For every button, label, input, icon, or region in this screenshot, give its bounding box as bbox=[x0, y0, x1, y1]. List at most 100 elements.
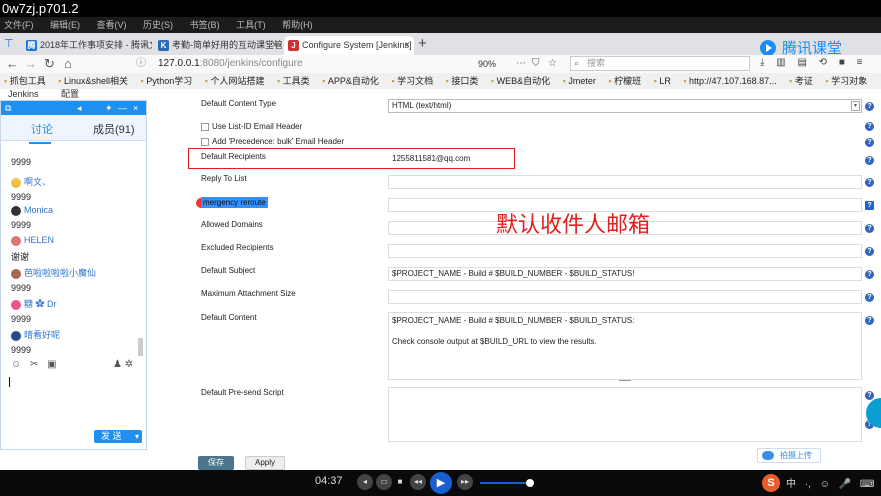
resize-handle[interactable] bbox=[619, 380, 631, 381]
bookmark-item[interactable]: APP&自动化 bbox=[322, 76, 379, 86]
ime-lang[interactable]: 中 bbox=[786, 479, 796, 490]
bookmark-item[interactable]: http://47.107.168.87... bbox=[683, 76, 776, 86]
message-nick[interactable]: 芭啦啦啦啦小魔仙 bbox=[24, 268, 96, 278]
help-icon[interactable]: ? bbox=[865, 102, 874, 111]
shield-icon[interactable]: ⛉ bbox=[532, 56, 540, 72]
help-icon[interactable]: ? bbox=[865, 201, 874, 210]
star-icon[interactable]: ☆ bbox=[548, 56, 557, 72]
ime-mic-icon[interactable]: 🎤 bbox=[839, 479, 851, 490]
stop-icon[interactable]: ■ bbox=[392, 474, 408, 490]
avatar[interactable] bbox=[11, 235, 21, 246]
message-nick[interactable]: Monica bbox=[24, 205, 53, 215]
content-type-select[interactable]: HTML (text/html) ▾ bbox=[388, 99, 862, 113]
ime-keyboard-icon[interactable]: ⌨ bbox=[860, 479, 874, 490]
breadcrumb-jenkins[interactable]: Jenkins bbox=[8, 89, 39, 99]
bookmark-item[interactable]: 柠檬班 bbox=[608, 76, 641, 86]
save-button[interactable]: 保存 bbox=[198, 456, 234, 470]
menu-edit[interactable]: 编辑(E) bbox=[50, 20, 80, 30]
help-icon[interactable]: ? bbox=[865, 178, 874, 187]
bookmark-item[interactable]: Linux&shell相关 bbox=[58, 76, 128, 86]
chevron-down-icon[interactable]: ▾ bbox=[851, 101, 860, 111]
tab-attendance[interactable]: K 考勤-简单好用的互动课堂管理 × bbox=[154, 36, 282, 55]
emoji-icon[interactable]: ☺ bbox=[11, 359, 21, 370]
menu-tools[interactable]: 工具(T) bbox=[236, 20, 266, 30]
tab-overflow-icon[interactable]: ⊤ bbox=[4, 37, 14, 50]
list-id-checkbox[interactable] bbox=[201, 123, 209, 131]
library-icon[interactable]: ▥ bbox=[776, 57, 785, 68]
pin-icon[interactable]: ✦ bbox=[105, 101, 113, 115]
ime-emoji-icon[interactable]: ☺ bbox=[820, 479, 830, 490]
avatar[interactable] bbox=[11, 330, 21, 341]
menu-history[interactable]: 历史(S) bbox=[143, 20, 173, 30]
more-icon[interactable]: ⋯ bbox=[516, 56, 526, 72]
upload-button[interactable]: 拍摄上传 bbox=[757, 448, 821, 463]
bookmark-item[interactable]: 个人网站搭建 bbox=[205, 76, 265, 86]
max-attachment-input[interactable] bbox=[388, 290, 862, 304]
sidebar-icon[interactable]: ▤ bbox=[797, 57, 806, 68]
message-nick[interactable]: HELEN bbox=[24, 235, 54, 245]
new-tab-button[interactable]: + bbox=[418, 35, 427, 52]
sync-icon[interactable]: ⟲ bbox=[819, 57, 827, 68]
bookmark-item[interactable]: 工具类 bbox=[277, 76, 310, 86]
chat-scrollbar[interactable] bbox=[138, 338, 143, 356]
ime-punct[interactable]: ·, bbox=[805, 479, 811, 490]
bookmark-item[interactable]: 考证 bbox=[789, 76, 813, 86]
forward-icon[interactable]: → bbox=[24, 56, 37, 72]
excluded-recipients-input[interactable] bbox=[388, 244, 862, 258]
bookmark-item[interactable]: 抓包工具 bbox=[4, 76, 46, 86]
chevron-down-icon[interactable]: ▾ bbox=[135, 430, 139, 443]
help-icon[interactable]: ? bbox=[865, 270, 874, 279]
default-content-textarea[interactable]: $PROJECT_NAME - Build # $BUILD_NUMBER - … bbox=[388, 312, 862, 380]
settings-icon[interactable]: ✲ bbox=[125, 359, 133, 370]
close-icon[interactable]: × bbox=[272, 36, 278, 55]
message-nick[interactable]: 啊文、 bbox=[24, 177, 51, 187]
avatar[interactable] bbox=[11, 268, 21, 279]
volume-knob[interactable] bbox=[526, 479, 534, 487]
reply-to-input[interactable] bbox=[388, 175, 862, 189]
avatar[interactable] bbox=[11, 205, 21, 216]
bookmark-item[interactable]: 接口类 bbox=[446, 76, 479, 86]
apply-button[interactable]: Apply bbox=[245, 456, 285, 470]
volume-slider[interactable] bbox=[480, 482, 530, 484]
download-icon[interactable]: ⤓ bbox=[760, 57, 764, 68]
help-icon[interactable]: ? bbox=[865, 138, 874, 147]
image-icon[interactable]: ▣ bbox=[47, 359, 56, 370]
send-button[interactable]: 发 送 ▾ bbox=[94, 430, 142, 443]
bookmark-item[interactable]: WEB&自动化 bbox=[491, 76, 550, 86]
message-nick[interactable]: 晴看好呢 bbox=[24, 330, 60, 340]
help-icon[interactable]: ? bbox=[865, 293, 874, 302]
scissors-icon[interactable]: ✂ bbox=[30, 359, 38, 370]
menu-icon[interactable]: ≡ bbox=[857, 57, 863, 68]
close-icon[interactable]: × bbox=[133, 101, 138, 115]
help-icon[interactable]: ? bbox=[865, 122, 874, 131]
fast-forward-icon[interactable]: ▸▸ bbox=[457, 474, 473, 490]
bookmark-item[interactable]: 学习文档 bbox=[391, 76, 433, 86]
url-bar[interactable]: ⓘ 127.0.0.1:8080/jenkins/configure bbox=[128, 56, 488, 72]
menu-file[interactable]: 文件(F) bbox=[4, 20, 34, 30]
bookmark-item[interactable]: LR bbox=[654, 76, 671, 86]
help-icon[interactable]: ? bbox=[865, 224, 874, 233]
help-icon[interactable]: ? bbox=[865, 247, 874, 256]
info-icon[interactable]: ⓘ bbox=[136, 56, 146, 72]
bookmark-item[interactable]: 学习对象 bbox=[825, 76, 867, 86]
tab-members[interactable]: 成员(91) bbox=[93, 121, 135, 137]
chevron-left-icon[interactable]: ◂ bbox=[77, 101, 82, 115]
close-icon[interactable]: × bbox=[404, 36, 410, 55]
message-nick[interactable]: 糖 ✿ Dr bbox=[24, 299, 57, 309]
subject-input[interactable]: $PROJECT_NAME - Build # $BUILD_NUMBER - … bbox=[388, 267, 862, 281]
help-icon[interactable]: ? bbox=[865, 316, 874, 325]
menu-view[interactable]: 查看(V) bbox=[97, 20, 127, 30]
home-icon[interactable]: ⌂ bbox=[64, 56, 72, 72]
help-icon[interactable]: ? bbox=[865, 156, 874, 165]
play-button[interactable]: ▶ bbox=[430, 472, 452, 494]
avatar[interactable] bbox=[11, 177, 21, 188]
menu-help[interactable]: 帮助(H) bbox=[282, 20, 313, 30]
extension-icon[interactable]: ■ bbox=[839, 57, 845, 68]
screen-icon[interactable]: ▭ bbox=[376, 474, 392, 490]
tab-tencent-docs[interactable]: 腾 2018年工作事项安排 - 腾讯文档 × bbox=[22, 36, 152, 55]
precedence-checkbox[interactable] bbox=[201, 138, 209, 146]
member-icon[interactable]: ♟ bbox=[113, 359, 122, 370]
avatar[interactable] bbox=[11, 299, 21, 310]
close-icon[interactable]: × bbox=[142, 36, 148, 55]
zoom-level[interactable]: 90% bbox=[478, 59, 496, 69]
